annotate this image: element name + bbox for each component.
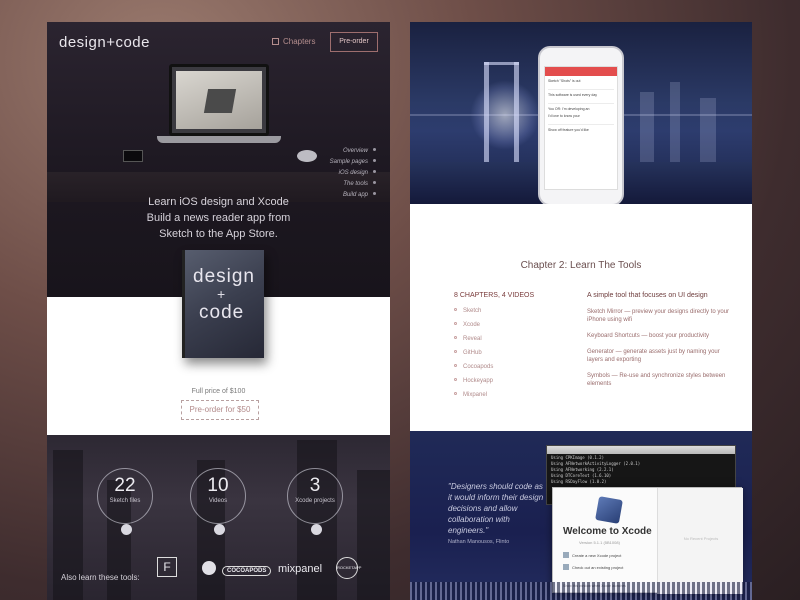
city-skyline [410,582,752,600]
new-project-icon [563,552,569,558]
bullet-icon [454,308,457,311]
checkout-icon [563,564,569,570]
full-price-text: Full price of $100 [191,388,246,395]
learn-tools-label: Also learn these tools: [61,573,140,582]
terminal-titlebar [547,446,735,454]
book-cover: design + code [182,250,264,358]
bullet-icon [454,322,457,325]
chapter-item[interactable]: Reveal [454,332,493,346]
checkout-project-option[interactable]: Check out an existing project [563,564,623,570]
mixpanel-logo: mixpanel [278,563,323,575]
rocketapp-logo: ROCKETAPP [336,557,361,579]
chapter-item[interactable]: Sketch [454,304,493,318]
book-title-line2: code [199,302,245,323]
bullet-icon [454,336,457,339]
bullet-icon [454,392,457,395]
recent-projects-pane: No Recent Projects [657,488,743,594]
bullet-icon [454,350,457,353]
chapter-item[interactable]: Cocoapods [454,360,493,374]
chapter-list: Sketch Xcode Reveal GitHub Cocoapods Hoc… [454,304,493,402]
sketch-logo [202,561,216,575]
iphone-mockup: Sketch "Shots" is out This software is u… [538,46,624,206]
toc-item-the-tools[interactable]: The tools [330,179,376,190]
tool-headline: A simple tool that focuses on UI design [587,292,708,299]
toc-item-sample-pages[interactable]: Sample pages [330,157,376,168]
sketch-icon [121,524,132,535]
preorder-button[interactable]: Pre-order [330,32,378,52]
book-title-plus: + [217,286,226,302]
toc-item-overview[interactable]: Overview [330,146,376,157]
chapter-section: Chapter 2: Learn The Tools 8 CHAPTERS, 4… [410,204,752,431]
preorder-50-button[interactable]: Pre-order for $50 [181,400,259,420]
no-recent-label: No Recent Projects [683,536,719,541]
app-header-bar [545,67,617,76]
right-panel: Sketch "Shots" is out This software is u… [410,22,752,600]
stat-sketch-files: 22 Sketch files [97,468,153,535]
stat-videos: 10 Videos [190,468,246,535]
laptop-image [169,64,269,136]
dot-icon [373,181,376,184]
tool-desc-mirror: Sketch Mirror — preview your designs dir… [587,309,730,323]
site-logo[interactable]: design+code [59,34,150,51]
xcode-welcome-title: Welcome to Xcode [563,526,652,537]
left-panel: design+code Chapters Pre-order Overview … [47,22,390,600]
bullet-icon [454,364,457,367]
book-title-line1: design [193,266,255,287]
framer-logo: F [157,557,177,577]
iphone-screen: Sketch "Shots" is out This software is u… [544,66,618,190]
chapter-item[interactable]: Hockeyapp [454,374,493,388]
mouse-image [297,150,317,162]
chapters-link[interactable]: Chapters [272,37,315,46]
create-project-option[interactable]: Create a new Xcode project [563,552,621,558]
stats-section: 22 Sketch files 10 Videos 3 Xcode projec… [47,435,390,600]
dot-icon [373,148,376,151]
chapter-title: Chapter 2: Learn The Tools [520,260,642,271]
chapters-icon [272,38,279,45]
xcode-hammer-icon [595,496,623,524]
city-photo: Sketch "Shots" is out This software is u… [410,22,752,206]
dot-icon [373,170,376,173]
chapters-label: Chapters [283,37,316,46]
desk-phone-image [123,150,143,162]
xcode-section: "Designers should code as it would infor… [410,431,752,600]
chapter-item[interactable]: Xcode [454,318,493,332]
chapter-item[interactable]: GitHub [454,346,493,360]
tool-desc-generator: Generator — generate assets just by nami… [587,349,720,363]
laptop-base [157,136,281,143]
play-icon [214,524,225,535]
testimonial-author: Nathan Manousos, Flinto [448,539,510,545]
testimonial-quote: "Designers should code as it would infor… [448,482,544,535]
chapter-item[interactable]: Mixpanel [454,388,493,402]
stat-xcode-projects: 3 Xcode projects [287,468,343,535]
toc-item-ios-design[interactable]: iOS design [330,168,376,179]
hero-tagline: Learn iOS design and Xcode Build a news … [146,196,291,240]
xcode-welcome-window: Welcome to Xcode Version 5.1.1 (5B1008) … [552,487,743,594]
dot-icon [373,159,376,162]
xcode-version: Version 5.1.1 (5B1008) [579,540,620,545]
tool-desc-shortcuts: Keyboard Shortcuts — boost your producti… [587,333,710,339]
cocoapods-logo: COCOAPODS [222,566,272,576]
chapter-count: 8 CHAPTERS, 4 VIDEOS [454,292,535,299]
bullet-icon [454,378,457,381]
side-toc: Overview Sample pages iOS design The too… [330,146,376,201]
tool-desc-symbols: Symbols — Re-use and synchronize styles … [587,373,726,387]
xcode-icon [311,524,322,535]
